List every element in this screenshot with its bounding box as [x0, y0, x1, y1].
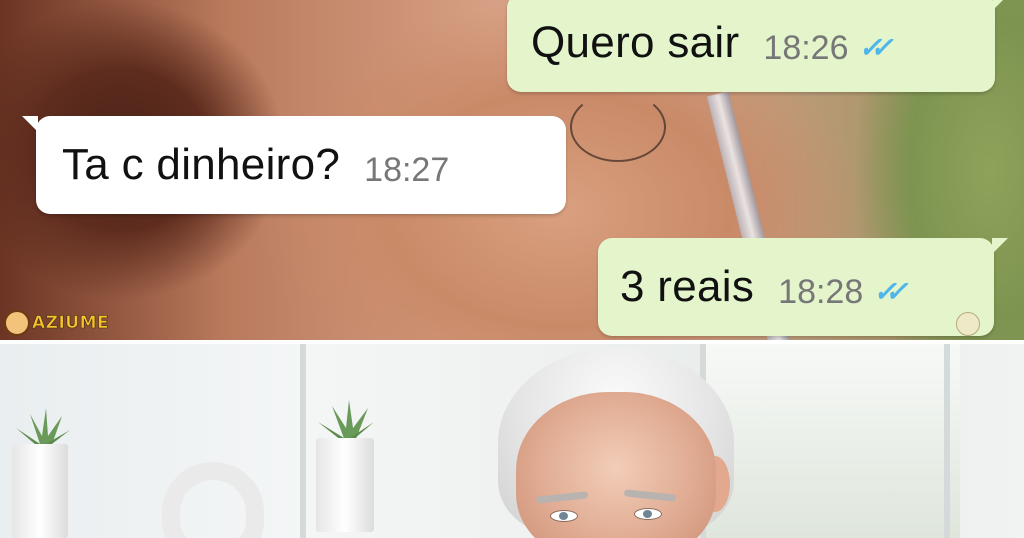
- right-eye: [634, 508, 662, 520]
- window-frame: [944, 344, 950, 538]
- background-photo-necklace: [570, 92, 666, 162]
- background-window: [700, 344, 960, 538]
- chat-screenshot-panel: Quero sair 18:26 ✓✓ Ta c dinheiro? 18:27…: [0, 0, 1024, 340]
- message-timestamp: 18:27: [364, 150, 450, 189]
- read-receipt-icon: ✓✓: [858, 31, 894, 63]
- left-eyebrow: [535, 491, 589, 504]
- ring-vase: [162, 462, 264, 538]
- reaction-photo-panel: [0, 344, 1024, 538]
- man-face: [516, 392, 716, 538]
- incoming-message-bubble[interactable]: Ta c dinheiro? 18:27: [22, 116, 566, 214]
- mascot-icon: [4, 310, 30, 336]
- message-text: Quero sair: [531, 18, 740, 67]
- message-timestamp: 18:26: [763, 28, 849, 67]
- left-eye: [550, 510, 578, 522]
- message-timestamp: 18:28: [778, 272, 864, 311]
- message-text: Ta c dinheiro?: [62, 140, 341, 189]
- corner-emoji-icon: [956, 312, 980, 336]
- plant-pot: [12, 444, 68, 538]
- outgoing-message-bubble[interactable]: 3 reais 18:28 ✓✓: [598, 238, 1008, 336]
- window-frame: [300, 344, 306, 538]
- plant-pot: [316, 438, 374, 532]
- message-text: 3 reais: [620, 262, 755, 311]
- read-receipt-icon: ✓✓: [873, 275, 908, 307]
- right-eyebrow: [623, 489, 677, 502]
- outgoing-message-bubble[interactable]: Quero sair 18:26 ✓✓: [507, 0, 1009, 92]
- watermark-logo: AZIUME: [4, 310, 109, 336]
- watermark-text: AZIUME: [32, 313, 110, 334]
